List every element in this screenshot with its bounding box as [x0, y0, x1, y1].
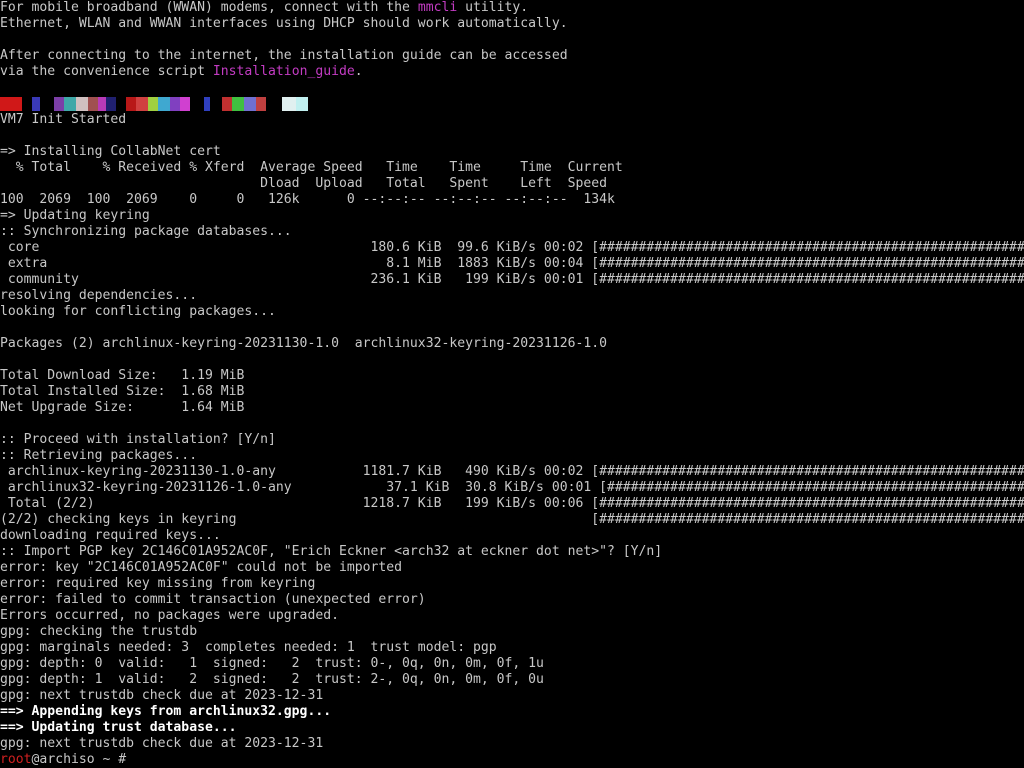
glitch-block	[76, 97, 88, 111]
log-line: :: Retrieving packages...	[0, 448, 198, 463]
log-line: Total Installed Size: 1.68 MiB	[0, 384, 245, 399]
log-line: gpg: depth: 1 valid: 2 signed: 2 trust: …	[0, 672, 544, 687]
glitch-block	[116, 97, 126, 111]
glitch-block	[54, 97, 64, 111]
append-keys-line: ==> Appending keys from archlinux32.gpg.…	[0, 704, 332, 719]
log-line: gpg: depth: 0 valid: 1 signed: 2 trust: …	[0, 656, 544, 671]
log-line: extra 8.1 MiB 1883 KiB/s 00:04 [########…	[0, 256, 1024, 271]
log-line: % Total % Received % Xferd Average Speed…	[0, 160, 623, 175]
glitch-block	[190, 97, 204, 111]
glitch-block	[22, 97, 32, 111]
intro-line-dhcp: Ethernet, WLAN and WWAN interfaces using…	[0, 16, 568, 31]
glitch-color-bar	[0, 96, 1024, 112]
glitch-block	[40, 97, 54, 111]
glitch-block	[98, 97, 106, 111]
log-line: (2/2) checking keys in keyring [########…	[0, 512, 1024, 527]
terminal-window[interactable]: For mobile broadband (WWAN) modems, conn…	[0, 0, 1024, 768]
log-line: 100 2069 100 2069 0 0 126k 0 --:--:-- --…	[0, 192, 615, 207]
glitch-block	[232, 97, 244, 111]
glitch-block	[158, 97, 170, 111]
update-trust-line: ==> Updating trust database...	[0, 720, 237, 735]
intro-line-script: via the convenience script Installation_…	[0, 64, 363, 79]
glitch-block	[0, 97, 22, 111]
log-line: downloading required keys...	[0, 528, 221, 543]
log-line: error: failed to commit transaction (une…	[0, 592, 426, 607]
log-line: gpg: checking the trustdb	[0, 624, 198, 639]
intro-line-blank	[0, 32, 1024, 48]
log-line: Total (2/2) 1218.7 KiB 199 KiB/s 00:06 […	[0, 496, 1024, 511]
glitch-block	[32, 97, 40, 111]
glitch-block	[256, 97, 266, 111]
prompt-user: root	[0, 752, 32, 767]
glitch-block	[244, 97, 256, 111]
log-line: community 236.1 KiB 199 KiB/s 00:01 [###…	[0, 272, 1024, 287]
glitch-block	[126, 97, 136, 111]
glitch-block	[106, 97, 116, 111]
mmcli-command: mmcli	[417, 0, 458, 15]
glitch-block	[210, 97, 222, 111]
log-line: gpg: marginals needed: 3 completes neede…	[0, 640, 497, 655]
log-line: :: Synchronizing package databases...	[0, 224, 292, 239]
intro-line-mmcli: For mobile broadband (WWAN) modems, conn…	[0, 0, 529, 15]
log-line: Errors occurred, no packages were upgrad…	[0, 608, 339, 623]
glitch-block	[180, 97, 190, 111]
log-line: Total Download Size: 1.19 MiB	[0, 368, 245, 383]
glitch-block	[170, 97, 180, 111]
log-line: core 180.6 KiB 99.6 KiB/s 00:02 [#######…	[0, 240, 1024, 255]
glitch-block	[266, 97, 282, 111]
log-line: Dload Upload Total Spent Left Speed	[0, 176, 607, 191]
glitch-block	[222, 97, 232, 111]
glitch-block	[64, 97, 76, 111]
shell-prompt[interactable]: root@archiso ~ #	[0, 752, 1024, 768]
log-line: VM7 Init Started	[0, 112, 127, 127]
glitch-block	[296, 97, 308, 111]
final-gpg-line: gpg: next trustdb check due at 2023-12-3…	[0, 736, 324, 751]
log-line: Packages (2) archlinux-keyring-20231130-…	[0, 336, 607, 351]
log-line: archlinux32-keyring-20231126-1.0-any 37.…	[0, 480, 1024, 495]
glitch-block	[148, 97, 158, 111]
log-line: resolving dependencies...	[0, 288, 198, 303]
installation-guide-command: Installation_guide	[212, 64, 355, 79]
prompt-host: @archiso ~ #	[31, 752, 127, 767]
log-line: looking for conflicting packages...	[0, 304, 276, 319]
glitch-block	[136, 97, 148, 111]
log-line: :: Proceed with installation? [Y/n]	[0, 432, 276, 447]
log-line: Net Upgrade Size: 1.64 MiB	[0, 400, 245, 415]
log-line: archlinux-keyring-20231130-1.0-any 1181.…	[0, 464, 1024, 479]
intro-line-guide: After connecting to the internet, the in…	[0, 48, 568, 63]
glitch-block	[88, 97, 98, 111]
log-line: => Installing CollabNet cert	[0, 144, 221, 159]
log-line: :: Import PGP key 2C146C01A952AC0F, "Eri…	[0, 544, 663, 559]
log-line: error: required key missing from keyring	[0, 576, 316, 591]
install-log: VM7 Init Started => Installing CollabNet …	[0, 112, 1024, 704]
log-line: error: key "2C146C01A952AC0F" could not …	[0, 560, 403, 575]
log-line: gpg: next trustdb check due at 2023-12-3…	[0, 688, 324, 703]
glitch-block	[282, 97, 296, 111]
log-line: => Updating keyring	[0, 208, 150, 223]
